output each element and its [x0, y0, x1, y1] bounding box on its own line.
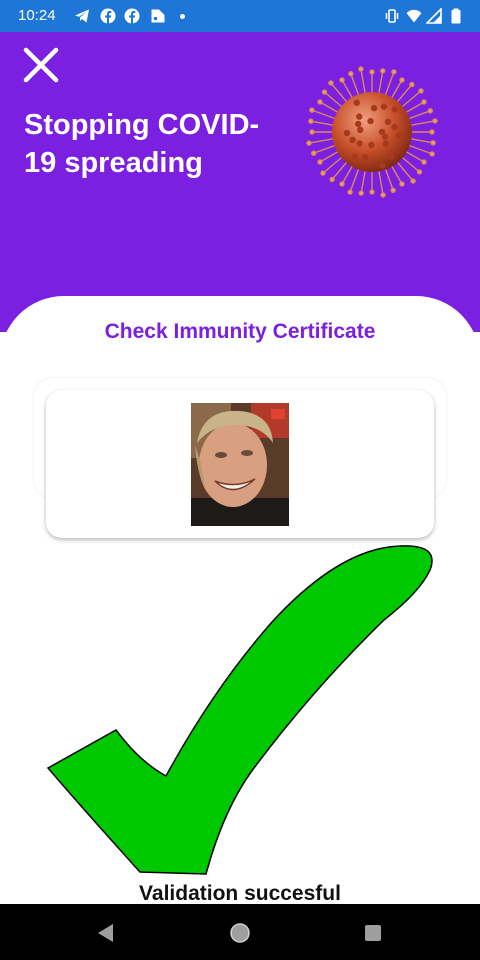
dot-icon [180, 14, 185, 19]
signal-icon [426, 8, 442, 24]
holder-photo [191, 403, 289, 526]
close-icon[interactable] [22, 46, 60, 84]
facebook-icon [124, 8, 140, 24]
section-title: Check Immunity Certificate [104, 320, 376, 343]
virus-illustration [306, 66, 438, 198]
navigation-bar [0, 904, 480, 960]
facebook-icon [100, 8, 116, 24]
home-icon[interactable] [229, 922, 251, 944]
telegram-icon [75, 9, 89, 23]
header-title: Stopping COVID-19 spreading [24, 109, 260, 179]
recents-icon[interactable] [362, 922, 384, 944]
vibrate-icon [385, 9, 399, 23]
battery-icon [451, 8, 461, 24]
status-time: 10:24 [18, 7, 56, 24]
wifi-icon [406, 9, 422, 23]
validation-result: Validation succesful [139, 882, 341, 905]
checkmark-icon [46, 545, 433, 875]
back-icon[interactable] [95, 922, 117, 944]
app-icon [151, 9, 165, 23]
status-bar: 10:24 [0, 0, 480, 32]
